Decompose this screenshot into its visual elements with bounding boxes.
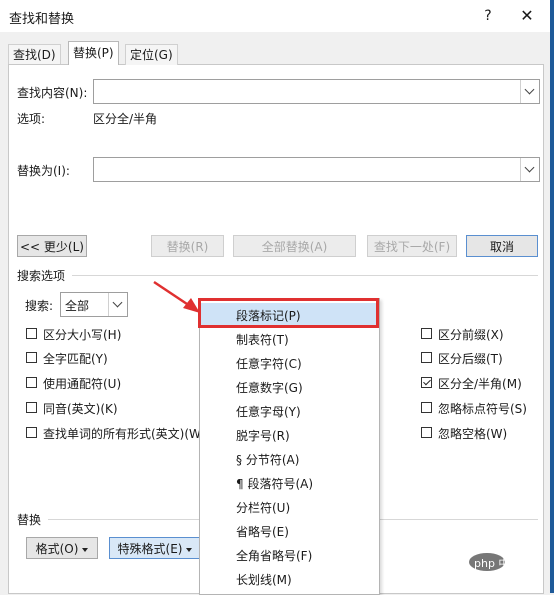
menu-item-any-digit[interactable]: 任意数字(G) <box>200 375 379 399</box>
format-button[interactable]: 格式(O) <box>26 537 98 559</box>
less-button[interactable]: << 更少(L) <box>17 235 87 257</box>
tab-goto[interactable]: 定位(G) <box>125 44 178 65</box>
search-direction-dropdown[interactable] <box>108 293 127 316</box>
menu-item-label: 分栏符(U) <box>236 501 291 515</box>
section-divider <box>72 275 538 276</box>
caret-down-icon <box>186 547 193 552</box>
menu-item-ellipsis[interactable]: 省略号(E) <box>200 519 379 543</box>
find-dropdown-button[interactable] <box>520 80 539 103</box>
menu-item-label: 脱字号(R) <box>236 429 290 443</box>
find-replace-dialog: 查找和替换 ? ✕ 查找(D) 替换(P) 定位(G) 查找内容(N): 选项:… <box>0 0 554 595</box>
checkbox-box[interactable] <box>26 328 37 339</box>
tab-find[interactable]: 查找(D) <box>8 44 61 65</box>
checkbox-box[interactable] <box>26 352 37 363</box>
watermark-text: php 中文网 <box>474 557 532 570</box>
menu-item-label: 任意字符(C) <box>236 357 302 371</box>
menu-item-em-dash[interactable]: 长划线(M) <box>200 567 379 591</box>
menu-item-paragraph-character[interactable]: ¶ 段落符号(A) <box>200 471 379 495</box>
replace-section-title: 替换 <box>17 513 42 527</box>
checkbox-label: 全字匹配(Y) <box>43 352 108 366</box>
chevron-down-icon <box>112 297 123 308</box>
checkbox-box-checked[interactable] <box>421 377 432 388</box>
red-arrow-icon <box>153 280 200 313</box>
menu-item-full-width-ellipsis[interactable]: 全角省略号(F) <box>200 543 379 567</box>
search-options-title: 搜索选项 <box>17 269 66 283</box>
special-format-button-label: 特殊格式(E) <box>117 542 183 556</box>
checkbox-box[interactable] <box>26 402 37 413</box>
menu-item-section-character[interactable]: § 分节符(A) <box>200 447 379 471</box>
search-direction-select[interactable]: 全部 <box>60 292 128 317</box>
replace-label: 替换为(I): <box>17 164 70 178</box>
help-button[interactable]: ? <box>478 4 498 28</box>
checkbox-box[interactable] <box>421 352 432 363</box>
menu-item-label: 任意数字(G) <box>236 381 303 395</box>
replace-dropdown-button[interactable] <box>520 158 539 181</box>
options-value: 区分全/半角 <box>93 112 158 126</box>
checkbox-box[interactable] <box>26 377 37 388</box>
chevron-down-icon <box>524 84 535 95</box>
menu-item-label: ¶ 段落符号(A) <box>236 477 314 491</box>
find-label: 查找内容(N): <box>17 86 88 100</box>
checkbox-label: 查找单词的所有形式(英文)(W) <box>43 427 206 441</box>
replace-button[interactable]: 替换(R) <box>151 235 224 257</box>
chevron-down-icon <box>524 162 535 173</box>
checkbox-label: 区分前缀(X) <box>438 328 504 342</box>
menu-item-any-character[interactable]: 任意字符(C) <box>200 351 379 375</box>
checkbox-box[interactable] <box>421 328 432 339</box>
search-direction-value: 全部 <box>65 299 90 313</box>
checkbox-box[interactable] <box>421 402 432 413</box>
options-label: 选项: <box>17 112 46 126</box>
title-bar: 查找和替换 ? ✕ <box>0 0 550 32</box>
window-edge <box>550 0 554 593</box>
menu-item-tab[interactable]: 制表符(T) <box>200 327 379 351</box>
replace-all-button[interactable]: 全部替换(A) <box>233 235 356 257</box>
replace-input[interactable] <box>93 157 540 182</box>
menu-item-paragraph-mark[interactable]: 段落标记(P) <box>200 303 379 327</box>
menu-item-label: 省略号(E) <box>236 525 289 539</box>
checkbox-box[interactable] <box>26 427 37 438</box>
checkbox-label: 忽略标点符号(S) <box>438 402 527 416</box>
menu-item-label: 任意字母(Y) <box>236 405 301 419</box>
find-input[interactable] <box>93 79 540 104</box>
caret-down-icon <box>82 547 89 552</box>
menu-item-label: 制表符(T) <box>236 333 289 347</box>
menu-item-column-break[interactable]: 分栏符(U) <box>200 495 379 519</box>
menu-item-label: § 分节符(A) <box>236 453 300 467</box>
special-format-menu: 段落标记(P) 制表符(T) 任意字符(C) 任意数字(G) 任意字母(Y) 脱… <box>199 298 380 595</box>
search-direction-label: 搜索: <box>25 299 54 313</box>
special-format-button[interactable]: 特殊格式(E) <box>109 537 201 559</box>
menu-item-caret[interactable]: 脱字号(R) <box>200 423 379 447</box>
menu-item-any-letter[interactable]: 任意字母(Y) <box>200 399 379 423</box>
checkbox-label: 忽略空格(W) <box>438 427 508 441</box>
close-button[interactable]: ✕ <box>516 4 538 28</box>
tab-replace[interactable]: 替换(P) <box>68 41 119 65</box>
find-next-button[interactable]: 查找下一处(F) <box>367 235 457 257</box>
checkbox-label: 区分后缀(T) <box>438 352 503 366</box>
menu-item-label: 段落标记(P) <box>236 309 301 323</box>
checkbox-box[interactable] <box>421 427 432 438</box>
format-button-label: 格式(O) <box>35 542 79 556</box>
checkbox-label: 区分全/半角(M) <box>438 377 522 391</box>
checkbox-label: 使用通配符(U) <box>43 377 122 391</box>
checkbox-label: 区分大小写(H) <box>43 328 122 342</box>
menu-item-label: 长划线(M) <box>236 573 292 587</box>
watermark: php 中文网 <box>468 552 548 572</box>
menu-item-label: 全角省略号(F) <box>236 549 313 563</box>
checkbox-label: 同音(英文)(K) <box>43 402 118 416</box>
cancel-button[interactable]: 取消 <box>466 235 538 257</box>
dialog-title: 查找和替换 <box>9 12 75 27</box>
